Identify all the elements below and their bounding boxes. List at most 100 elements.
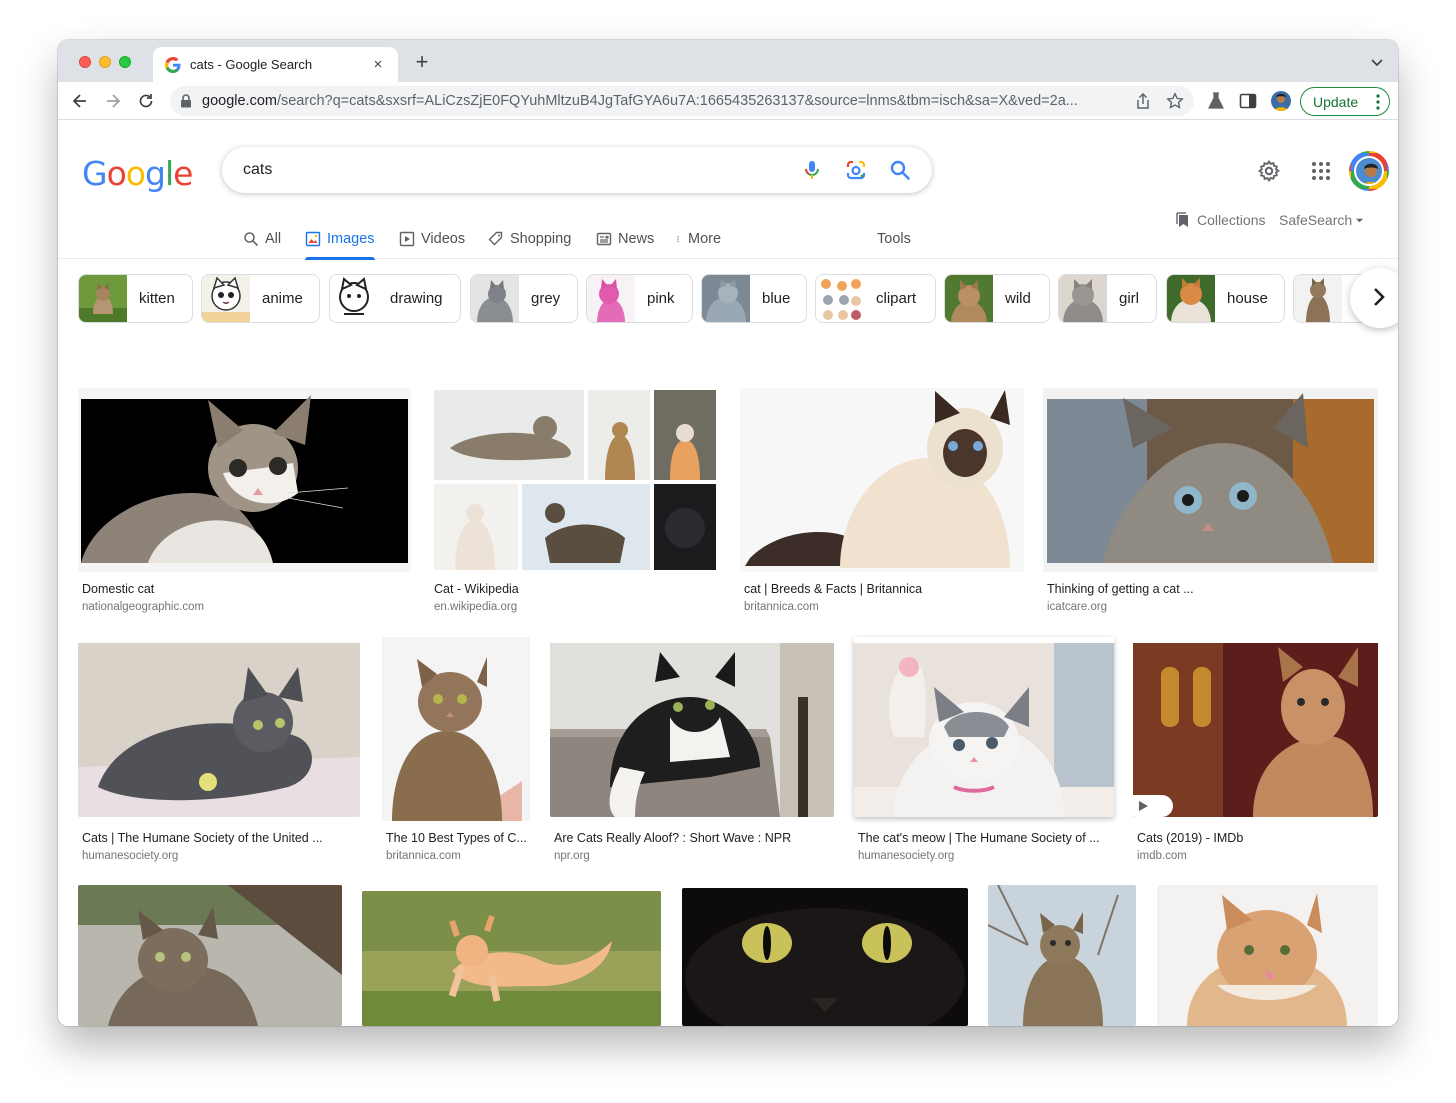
- chip-anime[interactable]: anime: [201, 274, 320, 323]
- profile-avatar-icon[interactable]: [1271, 91, 1291, 111]
- chip-grey[interactable]: grey: [470, 274, 578, 323]
- result-caption[interactable]: The 10 Best Types of C...: [386, 831, 528, 845]
- reload-icon[interactable]: [136, 91, 156, 111]
- result-caption[interactable]: Cats (2019) - IMDb: [1137, 831, 1378, 845]
- result-image[interactable]: [988, 885, 1136, 1026]
- tab-images[interactable]: Images: [305, 219, 375, 260]
- result-source[interactable]: britannica.com: [744, 601, 819, 613]
- result-image[interactable]: [1133, 637, 1378, 817]
- share-icon[interactable]: [1134, 92, 1152, 110]
- result-image[interactable]: [682, 888, 968, 1026]
- result-caption[interactable]: Cats | The Humane Society of the United …: [82, 831, 356, 845]
- update-button[interactable]: Update: [1300, 87, 1390, 116]
- tab-close-icon[interactable]: ×: [370, 56, 386, 73]
- google-lens-icon[interactable]: [844, 158, 868, 182]
- image-result[interactable]: cat | Breeds & Facts | Britannica britan…: [740, 388, 1024, 628]
- microphone-icon[interactable]: [800, 158, 824, 182]
- safesearch-dropdown[interactable]: SafeSearch: [1279, 212, 1364, 228]
- tab-more[interactable]: More: [676, 219, 721, 259]
- result-image[interactable]: [550, 637, 834, 817]
- side-panel-icon[interactable]: [1238, 91, 1258, 111]
- address-bar[interactable]: google.com/search?q=cats&sxsrf=ALiCzsZjE…: [170, 86, 1194, 116]
- browser-tab[interactable]: cats - Google Search ×: [153, 47, 398, 82]
- lock-icon[interactable]: [180, 94, 192, 108]
- result-caption[interactable]: Cat - Wikipedia: [434, 582, 714, 596]
- chip-girl[interactable]: girl: [1058, 274, 1157, 323]
- result-caption[interactable]: Domestic cat: [82, 582, 407, 596]
- related-search-chips: kitten anime drawing grey pink blue clip…: [78, 274, 1398, 324]
- chip-house[interactable]: house: [1166, 274, 1285, 323]
- image-result[interactable]: [362, 891, 661, 1026]
- tab-shopping[interactable]: Shopping: [488, 219, 571, 259]
- result-source[interactable]: icatcare.org: [1047, 601, 1107, 613]
- chip-label: girl: [1119, 290, 1140, 307]
- image-result[interactable]: Cats | The Humane Society of the United …: [78, 637, 360, 877]
- close-window-button[interactable]: [79, 56, 91, 68]
- apps-grid-icon[interactable]: [1309, 159, 1333, 183]
- result-caption[interactable]: The cat's meow | The Humane Society of .…: [858, 831, 1110, 845]
- news-icon: [596, 232, 612, 246]
- account-avatar[interactable]: [1349, 151, 1389, 191]
- result-source[interactable]: humanesociety.org: [858, 850, 954, 862]
- image-result[interactable]: Are Cats Really Aloof? : Short Wave : NP…: [550, 637, 834, 877]
- new-tab-button[interactable]: +: [410, 51, 434, 73]
- image-result[interactable]: [1157, 885, 1378, 1026]
- result-image[interactable]: [382, 637, 530, 821]
- chip-kitten[interactable]: kitten: [78, 274, 193, 323]
- tab-all[interactable]: All: [243, 219, 281, 259]
- menu-dots-icon[interactable]: [1376, 94, 1380, 110]
- result-image[interactable]: [362, 891, 661, 1026]
- image-result[interactable]: [78, 885, 342, 1026]
- forward-arrow-icon[interactable]: [103, 91, 123, 111]
- google-logo[interactable]: Google: [82, 154, 193, 193]
- chip-wild[interactable]: wild: [944, 274, 1050, 323]
- search-box[interactable]: cats: [222, 147, 932, 193]
- tab-videos[interactable]: Videos: [399, 219, 465, 259]
- chip-drawing[interactable]: drawing: [329, 274, 461, 323]
- result-source[interactable]: en.wikipedia.org: [434, 601, 517, 613]
- google-favicon-icon: [165, 56, 181, 73]
- bookmark-star-icon[interactable]: [1166, 92, 1184, 110]
- image-result[interactable]: Thinking of getting a cat ... icatcare.o…: [1043, 388, 1378, 628]
- maximize-window-button[interactable]: [119, 56, 131, 68]
- result-source[interactable]: nationalgeographic.com: [82, 601, 204, 613]
- image-result[interactable]: [988, 885, 1136, 1026]
- result-image[interactable]: [1157, 885, 1378, 1026]
- result-image[interactable]: [740, 388, 1024, 572]
- chevron-right-icon: [1374, 288, 1385, 306]
- chip-clipart[interactable]: clipart: [815, 274, 936, 323]
- result-image[interactable]: [78, 637, 360, 817]
- settings-gear-icon[interactable]: [1257, 159, 1281, 183]
- image-result[interactable]: Cats (2019) - IMDb imdb.com: [1133, 637, 1378, 877]
- result-caption[interactable]: Thinking of getting a cat ...: [1047, 582, 1372, 596]
- tools-button[interactable]: Tools: [877, 219, 911, 259]
- result-image[interactable]: [78, 885, 342, 1026]
- search-icon[interactable]: [888, 158, 912, 182]
- image-result[interactable]: Domestic cat nationalgeographic.com: [78, 388, 411, 628]
- minimize-window-button[interactable]: [99, 56, 111, 68]
- collections-link[interactable]: Collections: [1175, 212, 1265, 228]
- image-result[interactable]: The cat's meow | The Humane Society of .…: [854, 637, 1114, 877]
- search-input[interactable]: cats: [243, 161, 800, 179]
- image-result[interactable]: The 10 Best Types of C... britannica.com: [382, 637, 530, 877]
- tab-news[interactable]: News: [596, 219, 654, 259]
- result-source[interactable]: britannica.com: [386, 850, 461, 862]
- chip-thumbnail: [1167, 275, 1215, 322]
- labs-flask-icon[interactable]: [1206, 91, 1226, 111]
- result-image[interactable]: [854, 637, 1114, 817]
- chip-blue[interactable]: blue: [701, 274, 807, 323]
- chevron-down-icon[interactable]: [1370, 55, 1384, 69]
- image-result[interactable]: Cat - Wikipedia en.wikipedia.org: [430, 388, 718, 628]
- chip-pink[interactable]: pink: [586, 274, 693, 323]
- image-result[interactable]: [682, 888, 968, 1026]
- result-source[interactable]: npr.org: [554, 850, 590, 862]
- chip-thumbnail: [945, 275, 993, 322]
- result-source[interactable]: humanesociety.org: [82, 850, 178, 862]
- result-image[interactable]: [78, 388, 411, 572]
- result-source[interactable]: imdb.com: [1137, 850, 1187, 862]
- back-arrow-icon[interactable]: [70, 91, 90, 111]
- result-image[interactable]: [430, 388, 718, 572]
- result-caption[interactable]: cat | Breeds & Facts | Britannica: [744, 582, 1024, 596]
- result-image[interactable]: [1043, 388, 1378, 572]
- result-caption[interactable]: Are Cats Really Aloof? : Short Wave : NP…: [554, 831, 834, 845]
